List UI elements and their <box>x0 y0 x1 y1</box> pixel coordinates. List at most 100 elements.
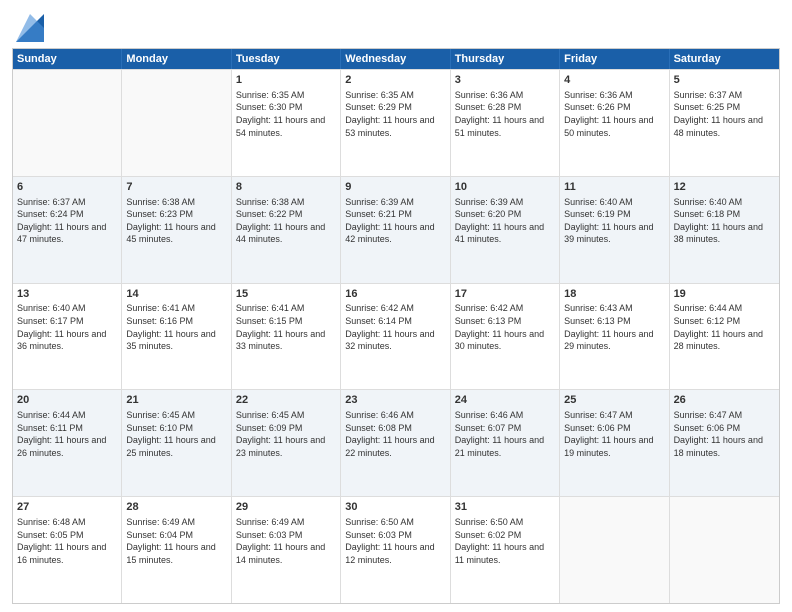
cell-detail: Sunrise: 6:47 AMSunset: 6:06 PMDaylight:… <box>564 409 664 459</box>
weekday-header: Friday <box>560 49 669 69</box>
calendar-week: 20 Sunrise: 6:44 AMSunset: 6:11 PMDaylig… <box>13 389 779 496</box>
cell-detail: Sunrise: 6:42 AMSunset: 6:13 PMDaylight:… <box>455 302 555 352</box>
calendar-cell: 6 Sunrise: 6:37 AMSunset: 6:24 PMDayligh… <box>13 177 122 283</box>
cell-detail: Sunrise: 6:46 AMSunset: 6:08 PMDaylight:… <box>345 409 445 459</box>
calendar-cell <box>122 70 231 176</box>
calendar-cell: 24 Sunrise: 6:46 AMSunset: 6:07 PMDaylig… <box>451 390 560 496</box>
calendar-cell: 15 Sunrise: 6:41 AMSunset: 6:15 PMDaylig… <box>232 284 341 390</box>
calendar-cell <box>13 70 122 176</box>
day-number: 18 <box>564 287 664 302</box>
calendar-cell: 1 Sunrise: 6:35 AMSunset: 6:30 PMDayligh… <box>232 70 341 176</box>
cell-detail: Sunrise: 6:35 AMSunset: 6:30 PMDaylight:… <box>236 89 336 139</box>
calendar-cell: 19 Sunrise: 6:44 AMSunset: 6:12 PMDaylig… <box>670 284 779 390</box>
day-number: 14 <box>126 287 226 302</box>
day-number: 15 <box>236 287 336 302</box>
cell-detail: Sunrise: 6:36 AMSunset: 6:26 PMDaylight:… <box>564 89 664 139</box>
cell-detail: Sunrise: 6:41 AMSunset: 6:16 PMDaylight:… <box>126 302 226 352</box>
day-number: 30 <box>345 500 445 515</box>
cell-detail: Sunrise: 6:47 AMSunset: 6:06 PMDaylight:… <box>674 409 775 459</box>
calendar-cell: 7 Sunrise: 6:38 AMSunset: 6:23 PMDayligh… <box>122 177 231 283</box>
weekday-header: Thursday <box>451 49 560 69</box>
calendar-week: 13 Sunrise: 6:40 AMSunset: 6:17 PMDaylig… <box>13 283 779 390</box>
calendar-cell: 29 Sunrise: 6:49 AMSunset: 6:03 PMDaylig… <box>232 497 341 603</box>
day-number: 16 <box>345 287 445 302</box>
calendar-cell: 16 Sunrise: 6:42 AMSunset: 6:14 PMDaylig… <box>341 284 450 390</box>
cell-detail: Sunrise: 6:45 AMSunset: 6:09 PMDaylight:… <box>236 409 336 459</box>
cell-detail: Sunrise: 6:45 AMSunset: 6:10 PMDaylight:… <box>126 409 226 459</box>
calendar-cell: 26 Sunrise: 6:47 AMSunset: 6:06 PMDaylig… <box>670 390 779 496</box>
calendar-container: SundayMondayTuesdayWednesdayThursdayFrid… <box>0 0 792 612</box>
day-number: 27 <box>17 500 117 515</box>
calendar-cell: 3 Sunrise: 6:36 AMSunset: 6:28 PMDayligh… <box>451 70 560 176</box>
calendar-cell: 5 Sunrise: 6:37 AMSunset: 6:25 PMDayligh… <box>670 70 779 176</box>
calendar-cell: 18 Sunrise: 6:43 AMSunset: 6:13 PMDaylig… <box>560 284 669 390</box>
day-number: 13 <box>17 287 117 302</box>
calendar-cell: 31 Sunrise: 6:50 AMSunset: 6:02 PMDaylig… <box>451 497 560 603</box>
day-number: 23 <box>345 393 445 408</box>
day-number: 12 <box>674 180 775 195</box>
calendar-cell: 21 Sunrise: 6:45 AMSunset: 6:10 PMDaylig… <box>122 390 231 496</box>
day-number: 7 <box>126 180 226 195</box>
day-number: 1 <box>236 73 336 88</box>
calendar-cell: 23 Sunrise: 6:46 AMSunset: 6:08 PMDaylig… <box>341 390 450 496</box>
calendar-cell: 4 Sunrise: 6:36 AMSunset: 6:26 PMDayligh… <box>560 70 669 176</box>
day-number: 11 <box>564 180 664 195</box>
header <box>12 10 780 42</box>
calendar-cell: 10 Sunrise: 6:39 AMSunset: 6:20 PMDaylig… <box>451 177 560 283</box>
calendar-week: 6 Sunrise: 6:37 AMSunset: 6:24 PMDayligh… <box>13 176 779 283</box>
day-number: 8 <box>236 180 336 195</box>
calendar-cell: 13 Sunrise: 6:40 AMSunset: 6:17 PMDaylig… <box>13 284 122 390</box>
day-number: 2 <box>345 73 445 88</box>
day-number: 3 <box>455 73 555 88</box>
calendar-header: SundayMondayTuesdayWednesdayThursdayFrid… <box>13 49 779 69</box>
cell-detail: Sunrise: 6:36 AMSunset: 6:28 PMDaylight:… <box>455 89 555 139</box>
logo <box>12 14 44 42</box>
day-number: 9 <box>345 180 445 195</box>
cell-detail: Sunrise: 6:39 AMSunset: 6:21 PMDaylight:… <box>345 196 445 246</box>
day-number: 28 <box>126 500 226 515</box>
cell-detail: Sunrise: 6:50 AMSunset: 6:02 PMDaylight:… <box>455 516 555 566</box>
calendar-cell <box>560 497 669 603</box>
calendar-week: 27 Sunrise: 6:48 AMSunset: 6:05 PMDaylig… <box>13 496 779 603</box>
cell-detail: Sunrise: 6:37 AMSunset: 6:24 PMDaylight:… <box>17 196 117 246</box>
calendar-cell: 17 Sunrise: 6:42 AMSunset: 6:13 PMDaylig… <box>451 284 560 390</box>
cell-detail: Sunrise: 6:44 AMSunset: 6:11 PMDaylight:… <box>17 409 117 459</box>
day-number: 17 <box>455 287 555 302</box>
day-number: 29 <box>236 500 336 515</box>
cell-detail: Sunrise: 6:49 AMSunset: 6:03 PMDaylight:… <box>236 516 336 566</box>
calendar-cell: 8 Sunrise: 6:38 AMSunset: 6:22 PMDayligh… <box>232 177 341 283</box>
cell-detail: Sunrise: 6:40 AMSunset: 6:19 PMDaylight:… <box>564 196 664 246</box>
day-number: 10 <box>455 180 555 195</box>
calendar-cell: 9 Sunrise: 6:39 AMSunset: 6:21 PMDayligh… <box>341 177 450 283</box>
calendar-cell: 22 Sunrise: 6:45 AMSunset: 6:09 PMDaylig… <box>232 390 341 496</box>
cell-detail: Sunrise: 6:37 AMSunset: 6:25 PMDaylight:… <box>674 89 775 139</box>
cell-detail: Sunrise: 6:43 AMSunset: 6:13 PMDaylight:… <box>564 302 664 352</box>
calendar-cell: 11 Sunrise: 6:40 AMSunset: 6:19 PMDaylig… <box>560 177 669 283</box>
calendar-cell: 12 Sunrise: 6:40 AMSunset: 6:18 PMDaylig… <box>670 177 779 283</box>
weekday-header: Wednesday <box>341 49 450 69</box>
cell-detail: Sunrise: 6:39 AMSunset: 6:20 PMDaylight:… <box>455 196 555 246</box>
day-number: 31 <box>455 500 555 515</box>
calendar-cell: 25 Sunrise: 6:47 AMSunset: 6:06 PMDaylig… <box>560 390 669 496</box>
day-number: 25 <box>564 393 664 408</box>
calendar-body: 1 Sunrise: 6:35 AMSunset: 6:30 PMDayligh… <box>13 69 779 603</box>
calendar-cell: 27 Sunrise: 6:48 AMSunset: 6:05 PMDaylig… <box>13 497 122 603</box>
weekday-header: Sunday <box>13 49 122 69</box>
calendar-cell: 2 Sunrise: 6:35 AMSunset: 6:29 PMDayligh… <box>341 70 450 176</box>
calendar: SundayMondayTuesdayWednesdayThursdayFrid… <box>12 48 780 604</box>
cell-detail: Sunrise: 6:40 AMSunset: 6:18 PMDaylight:… <box>674 196 775 246</box>
day-number: 20 <box>17 393 117 408</box>
cell-detail: Sunrise: 6:44 AMSunset: 6:12 PMDaylight:… <box>674 302 775 352</box>
day-number: 6 <box>17 180 117 195</box>
calendar-cell: 30 Sunrise: 6:50 AMSunset: 6:03 PMDaylig… <box>341 497 450 603</box>
day-number: 22 <box>236 393 336 408</box>
weekday-header: Tuesday <box>232 49 341 69</box>
day-number: 5 <box>674 73 775 88</box>
calendar-cell: 14 Sunrise: 6:41 AMSunset: 6:16 PMDaylig… <box>122 284 231 390</box>
cell-detail: Sunrise: 6:40 AMSunset: 6:17 PMDaylight:… <box>17 302 117 352</box>
cell-detail: Sunrise: 6:38 AMSunset: 6:22 PMDaylight:… <box>236 196 336 246</box>
cell-detail: Sunrise: 6:41 AMSunset: 6:15 PMDaylight:… <box>236 302 336 352</box>
calendar-week: 1 Sunrise: 6:35 AMSunset: 6:30 PMDayligh… <box>13 69 779 176</box>
calendar-cell: 28 Sunrise: 6:49 AMSunset: 6:04 PMDaylig… <box>122 497 231 603</box>
cell-detail: Sunrise: 6:48 AMSunset: 6:05 PMDaylight:… <box>17 516 117 566</box>
